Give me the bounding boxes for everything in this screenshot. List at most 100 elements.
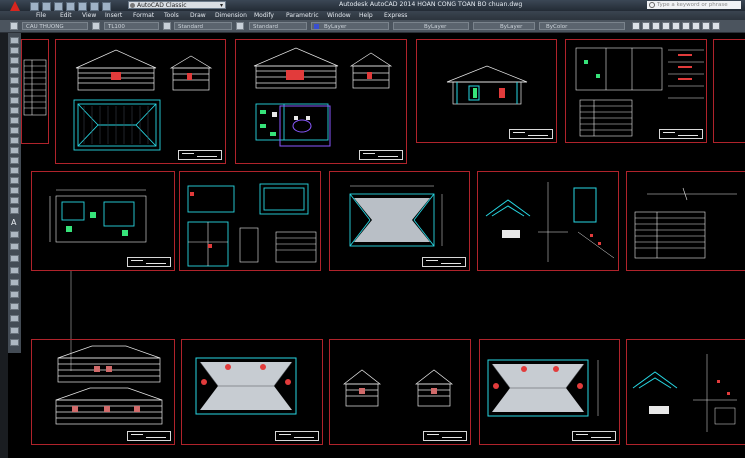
elevation-and-roof-plan-drawing (73, 49, 213, 151)
color-dropdown[interactable]: ByLayer (311, 22, 389, 30)
drawing-sheet[interactable] (55, 39, 226, 164)
menu-parametric[interactable]: Parametric (286, 12, 319, 19)
ellipse-arc-icon[interactable] (10, 137, 19, 144)
drawing-sheet[interactable] (179, 171, 321, 271)
offset-icon[interactable] (10, 279, 19, 286)
drawing-canvas[interactable] (21, 33, 745, 458)
polygon-icon[interactable] (10, 67, 19, 74)
arc-icon[interactable] (10, 87, 19, 94)
drawing-sheet[interactable] (329, 171, 470, 271)
insert-block-icon[interactable] (10, 147, 19, 154)
help-search-input[interactable]: Type a keyword or phrase (647, 1, 741, 9)
connection-details-drawing (632, 354, 737, 432)
color-label: ByLayer (324, 24, 347, 30)
array-icon[interactable] (10, 291, 19, 298)
new-file-icon[interactable] (30, 2, 39, 11)
zoom-icon[interactable] (672, 22, 680, 30)
title-block (422, 257, 466, 267)
left-edge (0, 33, 8, 458)
close-icon[interactable] (702, 22, 710, 30)
add-selected-icon[interactable] (10, 231, 19, 238)
open-file-icon[interactable] (42, 2, 51, 11)
revision-cloud-icon[interactable] (10, 107, 19, 114)
save-as-icon[interactable] (66, 2, 75, 11)
menu-help[interactable]: Help (359, 12, 373, 19)
menu-edit[interactable]: Edit (60, 12, 72, 19)
print-icon[interactable] (662, 22, 670, 30)
redo-icon[interactable] (102, 2, 111, 11)
menu-dimension[interactable]: Dimension (215, 12, 247, 19)
gradient-icon[interactable] (10, 187, 19, 194)
move-icon[interactable] (10, 303, 19, 310)
rectangle-icon[interactable] (10, 77, 19, 84)
drawing-sheet[interactable] (477, 171, 619, 271)
copy-object-icon[interactable] (10, 255, 19, 262)
table-style-dropdown[interactable]: Standard (249, 22, 307, 30)
multiline-text-icon[interactable]: A (11, 219, 16, 227)
circle-icon[interactable] (10, 97, 19, 104)
ellipse-icon[interactable] (10, 127, 19, 134)
save-icon[interactable] (652, 22, 660, 30)
text-style-dropdown[interactable]: TL100 (104, 22, 159, 30)
rotate-icon[interactable] (10, 315, 19, 322)
drawing-sheet[interactable] (181, 339, 323, 445)
match-properties-icon[interactable] (692, 22, 700, 30)
mirror-icon[interactable] (10, 267, 19, 274)
menu-draw[interactable]: Draw (190, 12, 206, 19)
drawing-sheet[interactable] (416, 39, 557, 143)
undo-icon[interactable] (90, 2, 99, 11)
drawing-sheet[interactable] (329, 339, 471, 445)
drawing-sheet[interactable] (626, 339, 745, 445)
draw-toolbar: A (8, 33, 22, 353)
drawing-sheet[interactable] (713, 39, 745, 143)
drawing-sheet[interactable] (21, 39, 49, 144)
spline-icon[interactable] (10, 117, 19, 124)
construction-line-icon[interactable] (10, 47, 19, 54)
dim-style-icon[interactable] (163, 22, 171, 30)
save-icon[interactable] (54, 2, 63, 11)
point-icon[interactable] (10, 167, 19, 174)
layer-dropdown[interactable]: CAU THUONG (22, 22, 88, 30)
menu-format[interactable]: Format (133, 12, 154, 19)
open-icon[interactable] (642, 22, 650, 30)
erase-icon[interactable] (10, 243, 19, 250)
drawing-sheet[interactable] (479, 339, 620, 445)
gear-icon (130, 3, 135, 8)
region-icon[interactable] (10, 197, 19, 204)
drawing-sheet[interactable] (565, 39, 707, 143)
drawing-sheet[interactable] (626, 171, 745, 271)
window-title: Autodesk AutoCAD 2014 HOAN CONG TOAN BO … (339, 1, 523, 8)
quick-access-toolbar (30, 2, 111, 11)
menu-file[interactable]: File (36, 12, 46, 19)
drawing-sheet[interactable] (31, 339, 175, 445)
menu-modify[interactable]: Modify (254, 12, 274, 19)
make-block-icon[interactable] (10, 157, 19, 164)
layer-properties-icon[interactable] (10, 22, 18, 30)
table-style-icon[interactable] (236, 22, 244, 30)
copy-icon[interactable] (712, 22, 720, 30)
plot-style-dropdown[interactable]: ByColor (539, 22, 625, 30)
pan-icon[interactable] (682, 22, 690, 30)
table-icon[interactable] (10, 207, 19, 214)
text-style-icon[interactable] (92, 22, 100, 30)
title-bar: AutoCAD Classic ▾ Autodesk AutoCAD 2014 … (0, 0, 745, 13)
stretch-icon[interactable] (10, 339, 19, 346)
elevation-and-floor-plan-drawing (253, 47, 393, 147)
hatch-icon[interactable] (10, 177, 19, 184)
line-icon[interactable] (10, 37, 19, 44)
menu-tools[interactable]: Tools (164, 12, 179, 19)
workspace-dropdown[interactable]: AutoCAD Classic ▾ (128, 1, 226, 9)
dim-style-dropdown[interactable]: Standard (174, 22, 232, 30)
drawing-sheet[interactable] (31, 171, 175, 271)
plot-icon[interactable] (78, 2, 87, 11)
polyline-icon[interactable] (10, 57, 19, 64)
menu-window[interactable]: Window (327, 12, 351, 19)
new-icon[interactable] (632, 22, 640, 30)
scale-icon[interactable] (10, 327, 19, 334)
menu-view[interactable]: View (82, 12, 96, 19)
menu-express[interactable]: Express (384, 12, 407, 19)
linetype-dropdown[interactable]: ByLayer (393, 22, 469, 30)
lineweight-dropdown[interactable]: ByLayer (473, 22, 535, 30)
drawing-sheet[interactable] (235, 39, 407, 164)
menu-insert[interactable]: Insert (105, 12, 122, 19)
